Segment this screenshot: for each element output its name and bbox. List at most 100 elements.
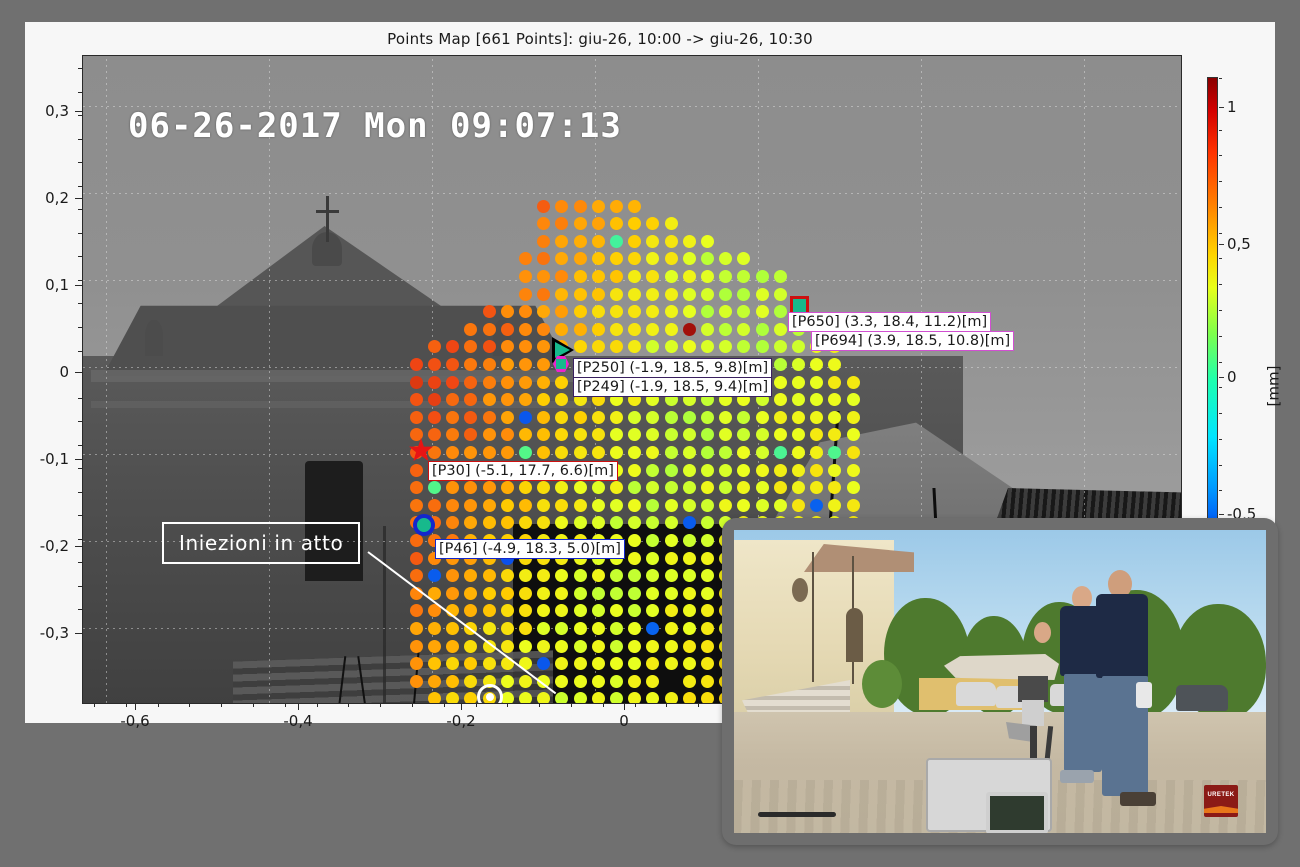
data-point[interactable] <box>518 674 532 688</box>
data-point[interactable] <box>773 340 787 354</box>
data-point[interactable] <box>591 252 605 266</box>
data-point[interactable] <box>482 586 496 600</box>
data-point[interactable] <box>737 463 751 477</box>
data-point[interactable] <box>537 410 551 424</box>
data-point[interactable] <box>737 481 751 495</box>
data-point[interactable] <box>573 639 587 653</box>
data-point[interactable] <box>773 498 787 512</box>
data-point[interactable] <box>537 498 551 512</box>
data-point[interactable] <box>682 305 696 319</box>
data-point[interactable] <box>500 674 514 688</box>
data-point[interactable] <box>427 692 441 703</box>
data-point[interactable] <box>518 410 532 424</box>
data-point[interactable] <box>755 340 769 354</box>
data-point[interactable] <box>591 340 605 354</box>
data-point[interactable] <box>719 428 733 442</box>
data-point[interactable] <box>573 234 587 248</box>
data-point[interactable] <box>446 639 460 653</box>
data-point[interactable] <box>682 428 696 442</box>
data-point[interactable] <box>427 569 441 583</box>
data-point[interactable] <box>591 217 605 231</box>
data-point[interactable] <box>682 287 696 301</box>
data-point[interactable] <box>591 569 605 583</box>
data-point[interactable] <box>555 393 569 407</box>
data-point[interactable] <box>500 569 514 583</box>
data-point[interactable] <box>846 428 860 442</box>
data-point[interactable] <box>773 357 787 371</box>
data-point[interactable] <box>719 252 733 266</box>
data-point[interactable] <box>537 340 551 354</box>
data-point[interactable] <box>482 516 496 530</box>
data-point[interactable] <box>646 551 660 565</box>
data-point[interactable] <box>682 621 696 635</box>
data-point[interactable] <box>555 375 569 389</box>
data-point[interactable] <box>555 604 569 618</box>
data-point[interactable] <box>682 639 696 653</box>
data-point[interactable] <box>700 674 714 688</box>
data-point[interactable] <box>555 252 569 266</box>
data-point[interactable] <box>628 199 642 213</box>
data-point[interactable] <box>682 410 696 424</box>
data-point[interactable] <box>573 410 587 424</box>
data-point[interactable] <box>609 340 623 354</box>
point-label-p249[interactable]: [P249] (-1.9, 18.5, 9.4)[m] <box>573 377 773 398</box>
data-point[interactable] <box>682 569 696 583</box>
data-point[interactable] <box>700 516 714 530</box>
data-point[interactable] <box>555 498 569 512</box>
data-point[interactable] <box>700 287 714 301</box>
data-point[interactable] <box>628 445 642 459</box>
data-point[interactable] <box>719 322 733 336</box>
data-point[interactable] <box>446 586 460 600</box>
data-point[interactable] <box>828 393 842 407</box>
data-point[interactable] <box>518 269 532 283</box>
data-point[interactable] <box>700 322 714 336</box>
data-point[interactable] <box>537 375 551 389</box>
data-point[interactable] <box>573 252 587 266</box>
data-point[interactable] <box>591 234 605 248</box>
data-point[interactable] <box>537 657 551 671</box>
data-point[interactable] <box>646 498 660 512</box>
data-point[interactable] <box>609 199 623 213</box>
data-point[interactable] <box>427 428 441 442</box>
data-point[interactable] <box>464 428 478 442</box>
data-point[interactable] <box>628 252 642 266</box>
data-point[interactable] <box>518 604 532 618</box>
data-point[interactable] <box>591 586 605 600</box>
data-point[interactable] <box>555 199 569 213</box>
data-point[interactable] <box>773 287 787 301</box>
data-point[interactable] <box>537 428 551 442</box>
data-point[interactable] <box>682 269 696 283</box>
data-point[interactable] <box>518 252 532 266</box>
data-point[interactable] <box>518 340 532 354</box>
data-point[interactable] <box>573 481 587 495</box>
data-point[interactable] <box>446 481 460 495</box>
data-point[interactable] <box>700 551 714 565</box>
data-point[interactable] <box>427 340 441 354</box>
data-point[interactable] <box>500 621 514 635</box>
data-point[interactable] <box>609 287 623 301</box>
data-point[interactable] <box>446 569 460 583</box>
data-point[interactable] <box>700 305 714 319</box>
data-point[interactable] <box>591 674 605 688</box>
data-point[interactable] <box>537 393 551 407</box>
data-point[interactable] <box>628 340 642 354</box>
callout-target-dot[interactable] <box>477 684 503 703</box>
data-point[interactable] <box>773 410 787 424</box>
data-point[interactable] <box>628 516 642 530</box>
data-point[interactable] <box>791 463 805 477</box>
data-point[interactable] <box>518 445 532 459</box>
data-point[interactable] <box>609 692 623 703</box>
data-point[interactable] <box>646 516 660 530</box>
data-point[interactable] <box>737 445 751 459</box>
data-point[interactable] <box>482 322 496 336</box>
data-point[interactable] <box>537 199 551 213</box>
data-point[interactable] <box>773 463 787 477</box>
data-point[interactable] <box>518 586 532 600</box>
data-point[interactable] <box>464 569 478 583</box>
data-point[interactable] <box>573 516 587 530</box>
data-point[interactable] <box>573 445 587 459</box>
data-point[interactable] <box>791 410 805 424</box>
data-point[interactable] <box>573 269 587 283</box>
data-point[interactable] <box>464 357 478 371</box>
data-point[interactable] <box>409 533 423 547</box>
